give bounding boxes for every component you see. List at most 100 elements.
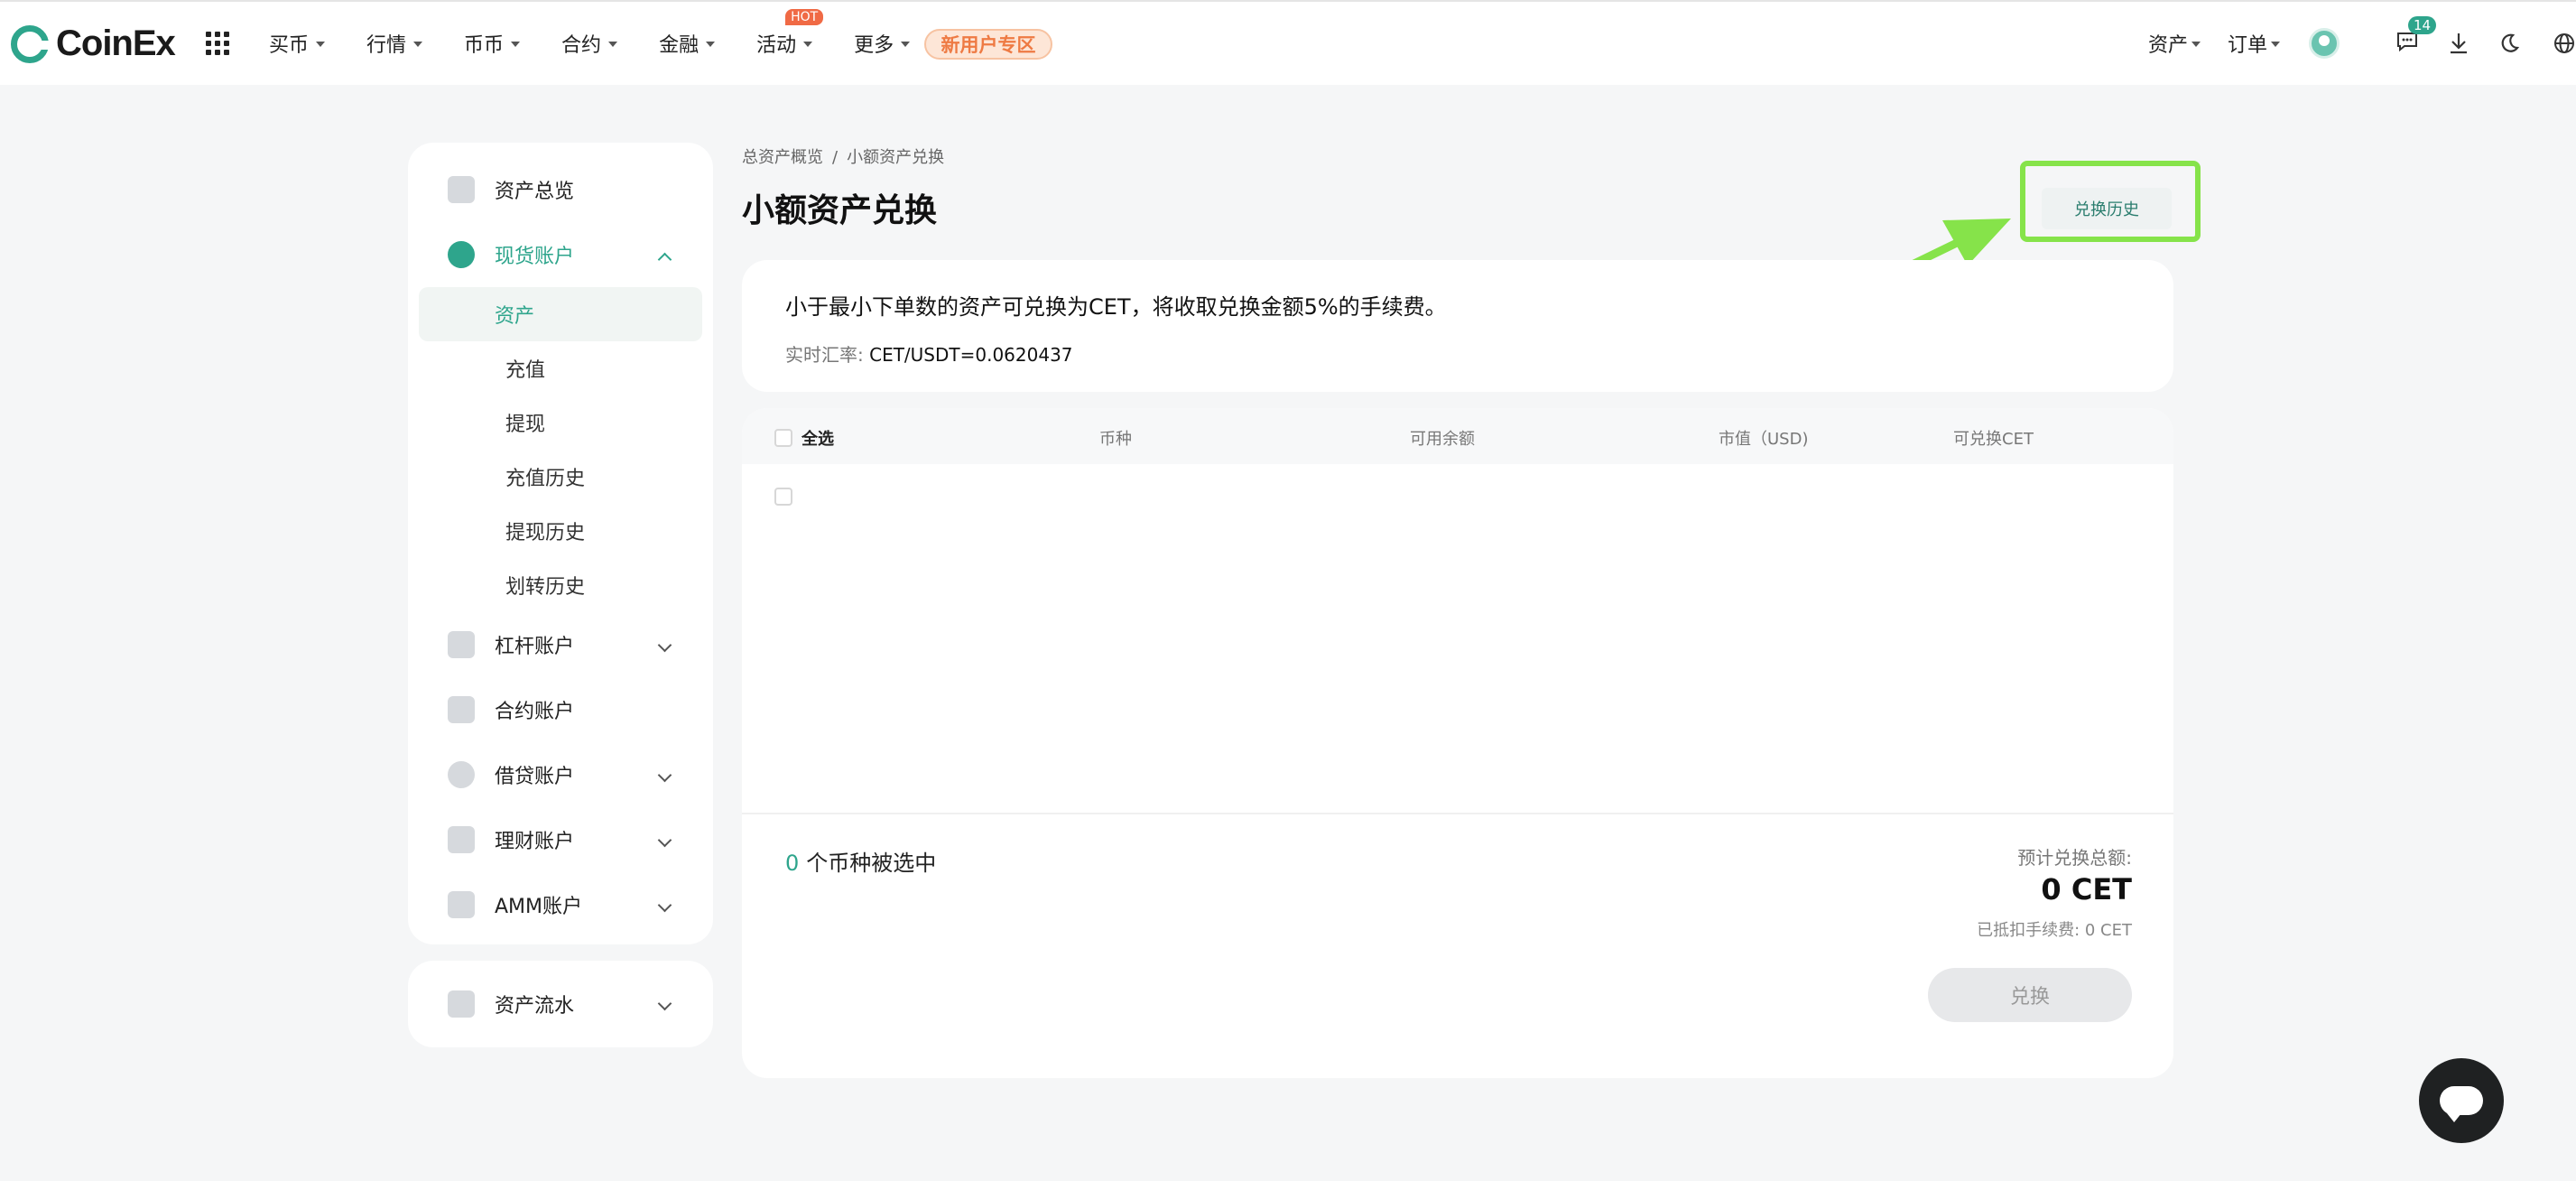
language-globe-icon[interactable]	[2553, 32, 2576, 55]
chevron-down-icon	[2271, 42, 2280, 47]
orders-menu[interactable]: 订单	[2228, 29, 2280, 58]
nav-markets[interactable]: 行情	[366, 29, 423, 58]
exchange-rate: 实时汇率: CET/USDT=0.0620437	[785, 340, 2173, 367]
chevron-down-icon	[511, 42, 521, 47]
apps-grid-icon[interactable]	[206, 32, 229, 55]
main-nav: 买币 行情 币币 合约 金融 活动 HOT 更多	[269, 2, 951, 85]
dark-mode-icon[interactable]	[2498, 33, 2520, 54]
overview-icon	[448, 176, 475, 203]
avatar[interactable]	[2309, 28, 2340, 59]
exchange-history-button[interactable]: 兑换历史	[2042, 188, 2172, 229]
column-header-available: 可用余额	[1410, 430, 1475, 449]
nav-spot[interactable]: 币币	[464, 29, 521, 58]
sidebar-subitem-withdraw-history[interactable]: 提现历史	[419, 504, 702, 558]
breadcrumb: 总资产概览 / 小额资产兑换	[742, 144, 944, 168]
nav-activities[interactable]: 活动 HOT	[756, 9, 824, 58]
hot-badge: HOT	[785, 9, 824, 25]
orders-label: 订单	[2227, 34, 2267, 57]
estimated-total-label: 预计兑换总额:	[2017, 847, 2132, 869]
selected-count-number: 0	[785, 851, 800, 876]
chevron-down-icon	[2191, 42, 2201, 47]
top-header: CoinEx 买币 行情 币币 合约 金融 活动 HOT 更多 新用户专区 资产 …	[0, 0, 2576, 85]
chevron-down-icon	[803, 42, 813, 47]
nav-more[interactable]: 更多	[854, 29, 911, 58]
row-checkbox[interactable]	[774, 488, 792, 506]
chevron-down-icon	[657, 767, 672, 783]
chevron-down-icon	[657, 832, 672, 848]
select-all-label: 全选	[802, 430, 834, 449]
sidebar-item-finance[interactable]: 理财账户	[408, 807, 713, 872]
sidebar-subitem-deposit[interactable]: 充值	[419, 341, 702, 395]
sidebar-item-spot[interactable]: 现货账户	[408, 222, 713, 287]
asset-flow-card: 资产流水	[408, 961, 713, 1047]
select-all[interactable]: 全选	[774, 426, 834, 450]
messages-button[interactable]: 14	[2395, 16, 2437, 56]
logo-text: CoinEx	[56, 23, 176, 63]
message-count-badge: 14	[2408, 16, 2437, 34]
sidebar-item-amm[interactable]: AMM账户	[408, 872, 713, 937]
support-chat-button[interactable]	[2419, 1058, 2504, 1143]
download-icon[interactable]	[2448, 32, 2469, 55]
chat-bubble-icon	[2440, 1086, 2483, 1122]
futures-account-icon	[448, 696, 475, 723]
rate-label: 实时汇率:	[785, 344, 864, 366]
new-user-zone-button[interactable]: 新用户专区	[924, 29, 1052, 60]
breadcrumb-parent-link[interactable]: 总资产概览	[742, 148, 823, 167]
sidebar-subitem-deposit-history[interactable]: 充值历史	[419, 450, 702, 504]
sidebar-item-label: 资产流水	[495, 995, 575, 1018]
sidebar-item-label: 理财账户	[495, 831, 575, 853]
chevron-up-icon	[657, 252, 672, 267]
chevron-down-icon	[657, 897, 672, 913]
chevron-down-icon	[316, 42, 326, 47]
asset-table-card: 全选 币种 可用余额 市值（USD) 可兑换CET 0 个币种被选中 预计兑换总额…	[742, 408, 2173, 1078]
sidebar-subitem-assets[interactable]: 资产	[419, 287, 702, 341]
nav-label: 买币	[269, 34, 310, 57]
selected-count: 0 个币种被选中	[785, 845, 936, 877]
exchange-button[interactable]: 兑换	[1928, 968, 2132, 1022]
sidebar-item-futures[interactable]: 合约账户	[408, 677, 713, 742]
estimated-total-value: 0 CET	[2041, 872, 2132, 907]
sidebar-item-label: 杠杆账户	[495, 636, 575, 658]
loan-account-icon	[448, 761, 475, 788]
finance-account-icon	[448, 826, 475, 853]
exchange-description: 小于最小下单数的资产可兑换为CET，将收取兑换金额5%的手续费。	[785, 294, 1447, 320]
asset-flow-icon	[448, 990, 475, 1018]
chevron-down-icon	[706, 42, 716, 47]
sidebar-item-label: 借贷账户	[495, 766, 575, 788]
sidebar-item-margin[interactable]: 杠杆账户	[408, 612, 713, 677]
sidebar-item-asset-flow[interactable]: 资产流水	[408, 961, 713, 1047]
column-header-market-value: 市值（USD)	[1719, 430, 1809, 449]
sidebar-subitem-withdraw[interactable]: 提现	[419, 395, 702, 450]
chevron-down-icon	[657, 996, 672, 1011]
chevron-down-icon	[901, 42, 911, 47]
nav-label: 币币	[464, 34, 505, 57]
deducted-fee: 已抵扣手续费: 0 CET	[1977, 921, 2132, 940]
breadcrumb-current: 小额资产兑换	[847, 148, 945, 167]
nav-label: 合约	[561, 34, 602, 57]
assets-menu[interactable]: 资产	[2148, 29, 2201, 58]
selected-count-label: 个币种被选中	[806, 851, 937, 876]
coinex-logo[interactable]: CoinEx	[11, 23, 176, 64]
sidebar-item-overview[interactable]: 资产总览	[408, 157, 713, 222]
chevron-down-icon	[608, 42, 618, 47]
nav-futures[interactable]: 合约	[561, 29, 618, 58]
sidebar-subitem-transfer-history[interactable]: 划转历史	[419, 558, 702, 612]
margin-account-icon	[448, 631, 475, 658]
sidebar-item-label: 资产总览	[495, 181, 575, 203]
select-all-checkbox[interactable]	[774, 429, 792, 447]
rate-value: CET/USDT=0.0620437	[869, 344, 1073, 366]
sidebar-item-label: 合约账户	[495, 701, 575, 723]
info-card: 小于最小下单数的资产可兑换为CET，将收取兑换金额5%的手续费。 实时汇率: C…	[742, 260, 2173, 392]
sidebar-item-loan[interactable]: 借贷账户	[408, 742, 713, 807]
amm-account-icon	[448, 891, 475, 918]
nav-finance[interactable]: 金融	[659, 29, 716, 58]
column-header-convertible-cet: 可兑换CET	[1953, 430, 2034, 449]
spot-account-icon	[448, 241, 475, 268]
nav-buy-crypto[interactable]: 买币	[269, 29, 326, 58]
divider	[742, 813, 2173, 814]
nav-label: 更多	[854, 34, 894, 57]
nav-label: 金融	[659, 34, 700, 57]
nav-label: 活动	[756, 34, 797, 57]
chevron-down-icon	[413, 42, 423, 47]
column-header-coin: 币种	[1099, 430, 1132, 449]
